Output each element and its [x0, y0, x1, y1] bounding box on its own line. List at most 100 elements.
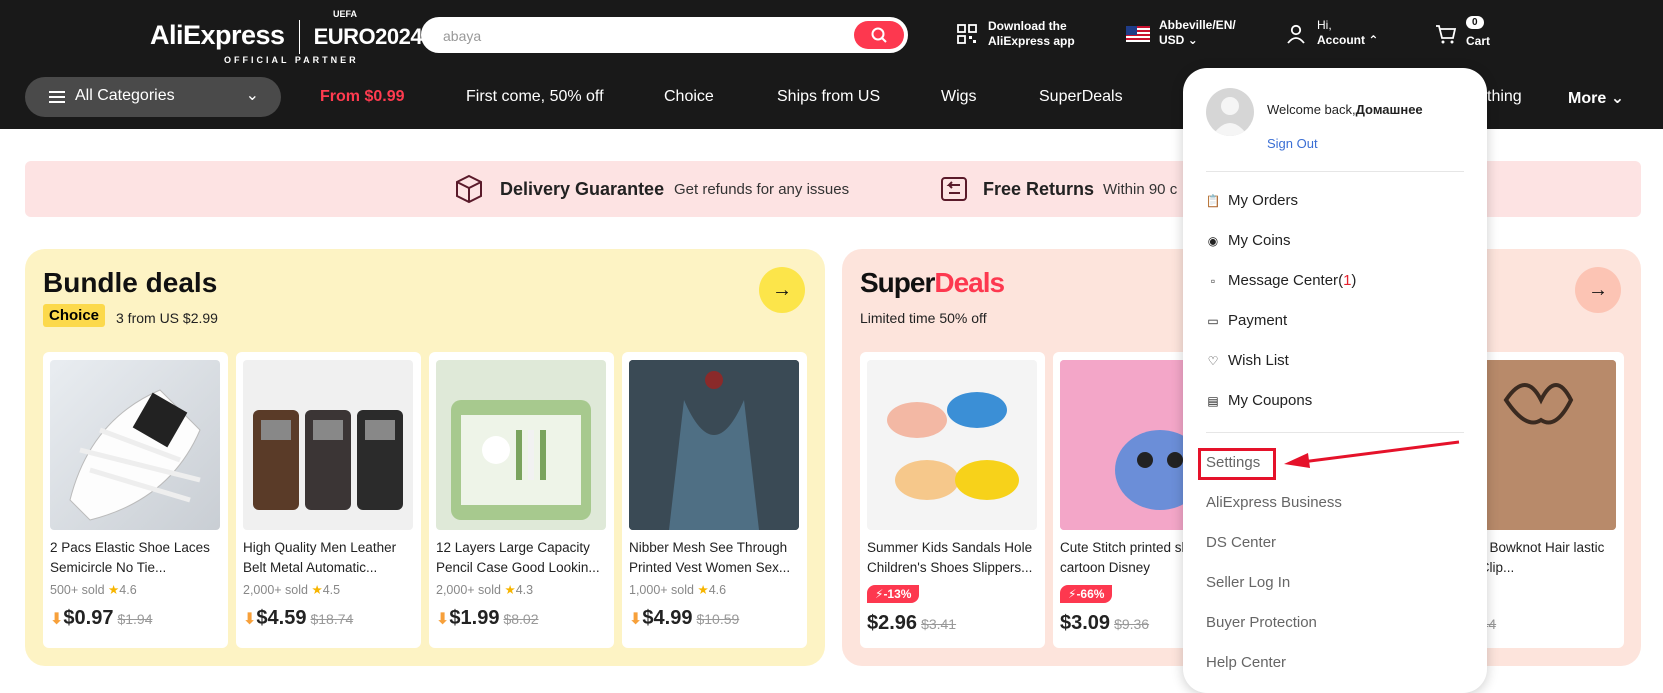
- arrow-down-icon: ⬇: [50, 611, 64, 628]
- product-card[interactable]: Summer Kids Sandals Hole Children's Shoe…: [860, 352, 1045, 648]
- chevron-down-icon: ⌄: [245, 87, 259, 104]
- star-icon: ★: [504, 583, 516, 597]
- menu-item-my-coins[interactable]: ◉ My Coins: [1206, 232, 1291, 249]
- nav-partial-item[interactable]: thing: [1487, 88, 1522, 106]
- nav-superdeals[interactable]: SuperDeals: [1039, 88, 1123, 106]
- clipboard-icon: 📋: [1205, 193, 1221, 208]
- menu-item-buyer-protection[interactable]: Buyer Protection: [1206, 614, 1317, 631]
- welcome-text: Welcome back,Домашнее: [1267, 102, 1423, 117]
- product-name: 2 Pacs Elastic Shoe Laces Semicircle No …: [50, 540, 210, 575]
- download-app-link[interactable]: Download the AliExpress app: [988, 19, 1075, 49]
- cart-label[interactable]: Cart: [1466, 34, 1490, 49]
- nav-ships-from-us[interactable]: Ships from US: [777, 88, 880, 106]
- product-price: ⬇$4.99 $10.59: [629, 607, 740, 629]
- delivery-guarantee-title: Delivery Guarantee: [500, 179, 665, 199]
- chevron-down-icon: ⌄: [1610, 90, 1625, 107]
- card-icon: ▭: [1207, 313, 1219, 328]
- product-sold: 2,000+ sold ★4.3: [436, 583, 534, 597]
- arrow-right-icon[interactable]: →: [1575, 267, 1621, 313]
- divider: [1206, 171, 1464, 172]
- arrow-right-icon[interactable]: →: [759, 267, 805, 313]
- avatar[interactable]: [1206, 88, 1254, 136]
- locale-selector[interactable]: Abbeville/EN/USD ⌄: [1159, 18, 1236, 48]
- product-name: High Quality Men Leather Belt Metal Auto…: [243, 540, 397, 575]
- menu-item-message-center[interactable]: ▫ Message Center(1): [1206, 272, 1357, 289]
- menu-item-wish-list[interactable]: ♡ Wish List: [1206, 352, 1289, 369]
- user-icon[interactable]: [1286, 24, 1306, 44]
- account-dropdown: Welcome back,Домашнее Sign Out 📋 My Order…: [1183, 68, 1487, 693]
- arrow-down-icon: ⬇: [436, 611, 450, 628]
- settings-highlight-box: [1198, 448, 1276, 480]
- product-price: $2.96 $3.41: [867, 612, 957, 634]
- nav-more[interactable]: More ⌄: [1568, 88, 1624, 108]
- star-icon: ★: [697, 583, 709, 597]
- bundle-subtitle: 3 from US $2.99: [116, 310, 218, 326]
- nav-from-099[interactable]: From $0.99: [320, 88, 404, 106]
- menu-item-my-coupons[interactable]: ▤ My Coupons: [1206, 392, 1312, 409]
- product-sold: 1,000+ sold ★4.6: [629, 583, 727, 597]
- star-icon: ★: [311, 583, 323, 597]
- search-icon: [871, 27, 887, 43]
- product-sold: 500+ sold ★4.6: [50, 583, 137, 597]
- product-card[interactable]: 12 Layers Large Capacity Pencil Case Goo…: [429, 352, 614, 648]
- message-icon: ▫: [1210, 273, 1216, 288]
- product-card[interactable]: High Quality Men Leather Belt Metal Auto…: [236, 352, 421, 648]
- menu-item-my-orders[interactable]: 📋 My Orders: [1206, 192, 1298, 209]
- sign-out-link[interactable]: Sign Out: [1267, 136, 1318, 151]
- superdeals-subtitle: Limited time 50% off: [860, 310, 987, 326]
- superdeals-title: SuperDeals: [860, 267, 1005, 298]
- product-name: Nibber Mesh See Through Printed Vest Wom…: [629, 540, 791, 575]
- nav-choice[interactable]: Choice: [664, 88, 714, 106]
- product-card[interactable]: Nibber Mesh See Through Printed Vest Wom…: [622, 352, 807, 648]
- return-icon: [941, 177, 967, 201]
- bundle-deals-title: Bundle deals: [43, 267, 218, 298]
- menu-item-aliexpress-business[interactable]: AliExpress Business: [1206, 494, 1342, 511]
- arrow-down-icon: ⬇: [243, 611, 257, 628]
- cart-count-badge: 0: [1466, 16, 1484, 29]
- choice-badge: Choice: [43, 304, 106, 327]
- free-returns-text: Within 90 c: [1103, 181, 1178, 198]
- chevron-up-icon: ⌃: [1368, 33, 1379, 47]
- product-price: ⬇$0.97 $1.94: [50, 607, 153, 629]
- discount-badge: ⚡-13%: [867, 585, 920, 603]
- product-image: [243, 360, 413, 530]
- annotation-arrow-icon: [1284, 440, 1460, 468]
- us-flag-icon: [1126, 26, 1150, 42]
- menu-item-seller-log-in[interactable]: Seller Log In: [1206, 574, 1290, 591]
- all-categories-button[interactable]: All Categories ⌄: [25, 77, 281, 117]
- menu-item-help-center[interactable]: Help Center: [1206, 654, 1286, 671]
- divider: [1206, 432, 1464, 433]
- product-name: 12 Layers Large Capacity Pencil Case Goo…: [436, 540, 600, 575]
- menu-item-payment[interactable]: ▭ Payment: [1206, 312, 1287, 329]
- discount-badge: ⚡-66%: [1060, 585, 1113, 603]
- product-card[interactable]: 2 Pacs Elastic Shoe Laces Semicircle No …: [43, 352, 228, 648]
- chevron-down-icon: ⌄: [1187, 33, 1198, 47]
- product-image: [50, 360, 220, 530]
- search-input[interactable]: [443, 25, 823, 47]
- product-image: [436, 360, 606, 530]
- search-bar: [421, 17, 908, 53]
- star-icon: ★: [108, 583, 120, 597]
- aliexpress-logo[interactable]: AliExpress EURO2024: [150, 20, 423, 54]
- product-price: $3.09 $9.36: [1060, 612, 1150, 634]
- product-sold: 2,000+ sold ★4.5: [243, 583, 341, 597]
- product-image: [629, 360, 799, 530]
- product-image: [867, 360, 1037, 530]
- nav-first-come[interactable]: First come, 50% off: [466, 88, 604, 106]
- menu-item-ds-center[interactable]: DS Center: [1206, 534, 1276, 551]
- account-menu[interactable]: Hi, Account ⌃: [1317, 18, 1378, 48]
- free-returns-title: Free Returns: [983, 179, 1095, 199]
- cart-icon[interactable]: [1435, 24, 1457, 44]
- box-icon: [456, 174, 482, 204]
- official-partner-label: OFFICIAL PARTNER: [224, 55, 359, 65]
- arrow-down-icon: ⬇: [629, 611, 643, 628]
- product-name: Summer Kids Sandals Hole Children's Shoe…: [867, 540, 1033, 575]
- menu-icon: [49, 91, 65, 103]
- delivery-guarantee-text: Get refunds for any issues: [674, 181, 850, 198]
- coupon-icon: ▤: [1207, 393, 1219, 408]
- coin-icon: ◉: [1207, 233, 1219, 248]
- nav-wigs[interactable]: Wigs: [941, 88, 977, 106]
- product-price: ⬇$1.99 $8.02: [436, 607, 539, 629]
- qr-code-icon[interactable]: [957, 24, 977, 44]
- search-button[interactable]: [854, 21, 904, 49]
